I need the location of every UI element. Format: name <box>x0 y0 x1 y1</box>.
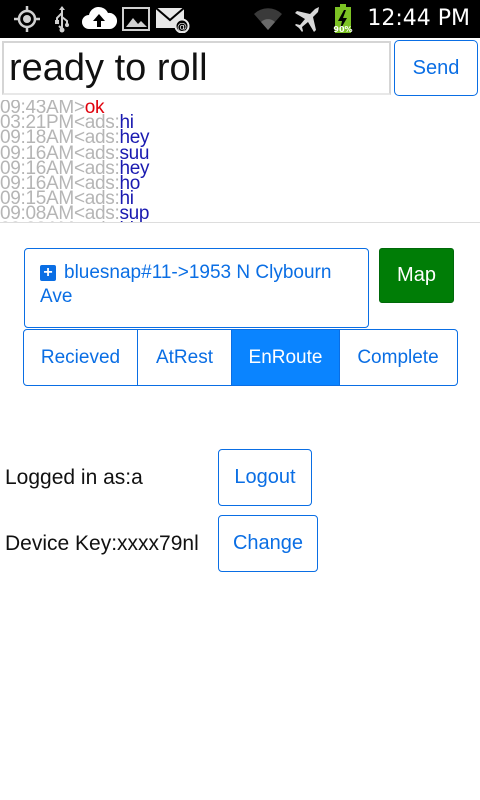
logged-in-label: Logged in as:a <box>5 466 143 489</box>
picture-icon <box>120 4 152 34</box>
airplane-mode-icon <box>292 4 322 34</box>
divider <box>0 222 480 223</box>
status-bar: @ 90% 12:44 PM <box>0 0 480 38</box>
tab-recieved[interactable]: Recieved <box>24 330 138 385</box>
tab-enroute[interactable]: EnRoute <box>232 330 340 385</box>
battery-percent: 90% <box>333 25 353 34</box>
tab-complete[interactable]: Complete <box>340 330 456 385</box>
upload-icon <box>80 4 118 34</box>
status-tabs: Recieved AtRest EnRoute Complete <box>23 329 458 386</box>
svg-text:@: @ <box>177 22 187 33</box>
change-button[interactable]: Change <box>218 515 318 572</box>
job-title: bluesnap#11->1953 N Clybourn Ave <box>40 262 332 307</box>
tab-atrest[interactable]: AtRest <box>138 330 232 385</box>
logout-button[interactable]: Logout <box>218 449 312 506</box>
device-key-label: Device Key:xxxx79nl <box>5 532 199 555</box>
chat-log[interactable]: 09:43AM>ok 03:21PM<ads:hi 09:18AM<ads:hey 0… <box>0 100 480 222</box>
wifi-icon <box>252 4 284 34</box>
send-button[interactable]: Send <box>394 40 478 96</box>
usb-icon <box>52 4 72 34</box>
email-icon: @ <box>154 4 190 34</box>
plus-icon[interactable]: + <box>40 265 56 281</box>
message-input[interactable] <box>2 41 391 95</box>
gps-icon <box>12 4 42 34</box>
clock: 12:44 PM <box>367 6 470 31</box>
job-item[interactable]: + bluesnap#11->1953 N Clybourn Ave <box>24 248 369 328</box>
map-button[interactable]: Map <box>379 248 454 303</box>
